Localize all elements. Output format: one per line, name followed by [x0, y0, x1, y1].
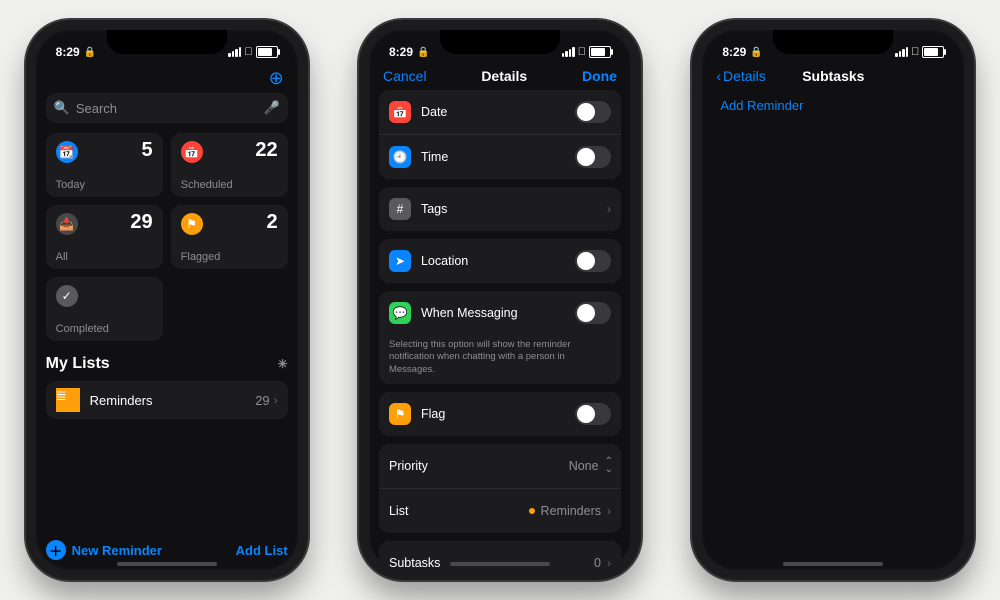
clock-icon: 🕘: [389, 146, 411, 168]
chevron-right-icon: ›: [274, 393, 278, 407]
phone-reminder-details: 8:29 🔒 􀙇 Cancel Details Done 📅 Date 🕘 Ti…: [359, 20, 641, 580]
mic-icon[interactable]: 🎤: [263, 100, 279, 116]
card-all[interactable]: 📥 29 All: [46, 205, 163, 269]
search-icon: 🔍: [54, 100, 70, 116]
wifi-icon: 􀙇: [578, 46, 586, 58]
chevron-left-icon: ‹: [716, 68, 721, 84]
location-icon: ➤: [389, 250, 411, 272]
checkmark-icon: ✓: [56, 285, 78, 307]
card-flagged[interactable]: ⚑ 2 Flagged: [171, 205, 288, 269]
messages-icon: 💬: [389, 302, 411, 324]
messaging-hint: Selecting this option will show the remi…: [379, 335, 621, 384]
card-scheduled-label: Scheduled: [181, 179, 233, 191]
updown-icon: ⌃⌄: [605, 458, 611, 474]
card-today-label: Today: [56, 179, 85, 191]
new-reminder-button[interactable]: ＋ New Reminder: [46, 540, 162, 560]
nav-title: Subtasks: [802, 68, 864, 84]
home-indicator[interactable]: [450, 562, 550, 566]
chevron-right-icon: ›: [607, 556, 611, 570]
row-priority[interactable]: Priority None ⌃⌄: [379, 444, 621, 488]
card-scheduled-count: 22: [255, 139, 277, 162]
cell-signal-icon: [562, 47, 575, 57]
battery-icon: [589, 46, 611, 58]
list-count: 29: [255, 393, 269, 408]
toggle-messaging[interactable]: [575, 302, 611, 324]
toggle-date[interactable]: [575, 101, 611, 123]
list-row-reminders[interactable]: ≣ Reminders 29 ›: [46, 381, 288, 419]
toggle-flag[interactable]: [575, 403, 611, 425]
row-flag[interactable]: ⚑ Flag: [379, 392, 621, 436]
phone-reminders-home: 8:29 🔒 􀙇 ⊕ 🔍 Search 🎤 📆 5 Today 📅 22 S: [26, 20, 308, 580]
notch: [773, 30, 893, 54]
home-indicator[interactable]: [117, 562, 217, 566]
battery-icon: [922, 46, 944, 58]
calendar-today-icon: 📆: [56, 141, 78, 163]
status-time: 8:29: [389, 45, 413, 59]
cell-signal-icon: [228, 47, 241, 57]
flag-icon: ⚑: [389, 403, 411, 425]
calendar-icon: 📅: [181, 141, 203, 163]
priority-value: None: [569, 459, 599, 473]
card-all-count: 29: [130, 211, 152, 234]
back-button[interactable]: ‹ Details: [716, 68, 765, 84]
add-list-button[interactable]: Add List: [236, 543, 288, 558]
done-button[interactable]: Done: [582, 68, 617, 84]
list-value: Reminders: [541, 504, 601, 518]
card-all-label: All: [56, 251, 68, 263]
cell-signal-icon: [895, 47, 908, 57]
nav-title: Details: [481, 68, 527, 84]
wifi-icon: 􀙇: [911, 46, 919, 58]
row-messaging[interactable]: 💬 When Messaging: [379, 291, 621, 335]
list-color-dot: [529, 508, 535, 514]
row-location[interactable]: ➤ Location: [379, 239, 621, 283]
tray-icon: 📥: [56, 213, 78, 235]
number-icon: #: [389, 198, 411, 220]
card-flagged-label: Flagged: [181, 251, 221, 263]
battery-icon: [256, 46, 278, 58]
card-today-count: 5: [142, 139, 153, 162]
calendar-icon: 📅: [389, 101, 411, 123]
cancel-button[interactable]: Cancel: [383, 68, 427, 84]
search-placeholder: Search: [76, 101, 117, 116]
more-button[interactable]: ⊕: [46, 64, 288, 89]
card-completed-label: Completed: [56, 323, 109, 335]
status-time: 8:29: [722, 45, 746, 59]
loading-spinner-icon: ✳︎: [278, 357, 288, 371]
card-today[interactable]: 📆 5 Today: [46, 133, 163, 197]
row-time[interactable]: 🕘 Time: [379, 134, 621, 179]
row-list[interactable]: List Reminders ›: [379, 488, 621, 533]
lock-icon: 🔒: [750, 47, 762, 58]
card-flagged-count: 2: [267, 211, 278, 234]
home-indicator[interactable]: [783, 562, 883, 566]
chevron-right-icon: ›: [607, 504, 611, 518]
chevron-right-icon: ›: [607, 202, 611, 216]
row-date[interactable]: 📅 Date: [379, 90, 621, 134]
card-scheduled[interactable]: 📅 22 Scheduled: [171, 133, 288, 197]
row-tags[interactable]: # Tags ›: [379, 187, 621, 231]
add-reminder-button[interactable]: Add Reminder: [712, 90, 954, 121]
list-name: Reminders: [90, 393, 153, 408]
notch: [107, 30, 227, 54]
wifi-icon: 􀙇: [244, 46, 252, 58]
toggle-location[interactable]: [575, 250, 611, 272]
subtasks-count: 0: [594, 556, 601, 570]
notch: [440, 30, 560, 54]
lock-icon: 🔒: [417, 47, 429, 58]
plus-icon: ＋: [46, 540, 66, 560]
toggle-time[interactable]: [575, 146, 611, 168]
mylists-header: My Lists ✳︎: [46, 355, 288, 373]
phone-subtasks: 8:29 🔒 􀙇 ‹ Details Subtasks Add Reminder: [692, 20, 974, 580]
lock-icon: 🔒: [84, 47, 96, 58]
flag-icon: ⚑: [181, 213, 203, 235]
list-bullet-icon: ≣: [56, 388, 80, 412]
search-input[interactable]: 🔍 Search 🎤: [46, 93, 288, 123]
card-completed[interactable]: ✓ Completed: [46, 277, 163, 341]
status-time: 8:29: [56, 45, 80, 59]
